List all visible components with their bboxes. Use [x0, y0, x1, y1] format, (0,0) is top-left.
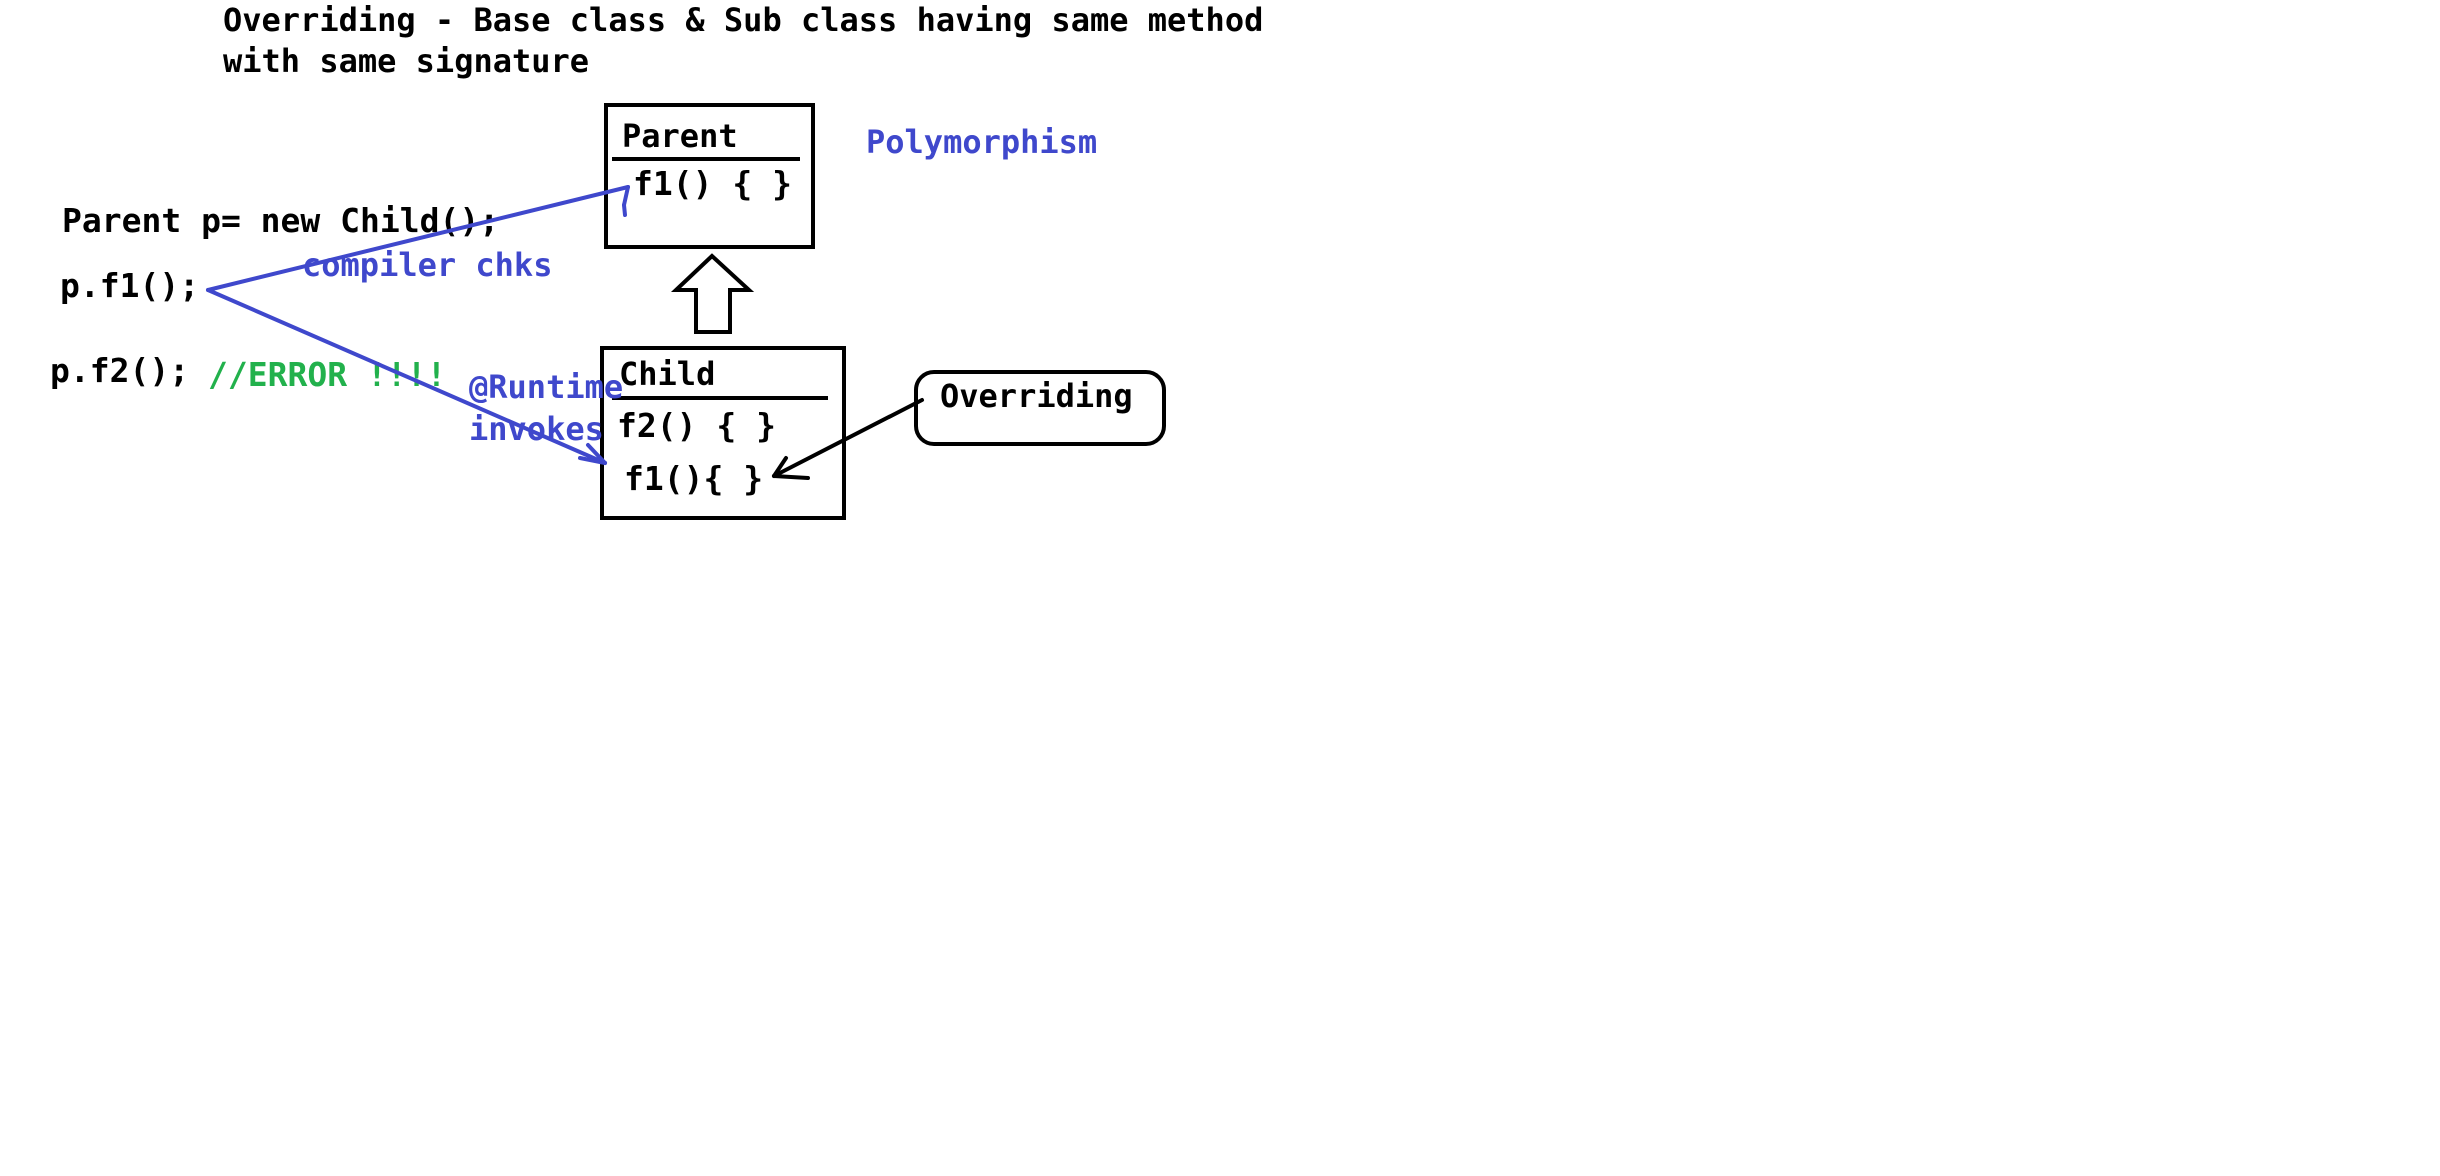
child-class-box: Child f2() { } f1(){ }: [600, 346, 846, 520]
overriding-pointer-arrow: [772, 398, 924, 480]
inheritance-arrow: [670, 253, 755, 334]
child-class-name: Child: [619, 355, 715, 393]
child-method-f1: f1(){ }: [624, 459, 763, 498]
overriding-label: Overriding: [940, 377, 1133, 415]
child-method-f2: f2() { }: [617, 406, 776, 445]
title-line-2: with same signature: [223, 42, 589, 80]
code-call-f2: p.f2();: [50, 351, 189, 390]
runtime-label-line-2: invokes: [469, 410, 604, 448]
parent-method-f1: f1() { }: [633, 164, 792, 203]
compiler-check-label: compiler chks: [302, 246, 552, 284]
title-line-1: Overriding - Base class & Sub class havi…: [223, 1, 1263, 39]
error-comment: //ERROR !!!!: [208, 355, 446, 394]
polymorphism-label: Polymorphism: [866, 123, 1097, 161]
runtime-label-line-1: @Runtime: [469, 368, 623, 406]
whiteboard-canvas: Overriding - Base class & Sub class havi…: [0, 0, 2440, 1176]
overriding-callout: Overriding: [914, 370, 1166, 446]
diagram-svg: Overriding - Base class & Sub class havi…: [50, 1, 1263, 520]
code-call-f1: p.f1();: [60, 266, 199, 305]
parent-class-box: Parent f1() { }: [604, 103, 815, 249]
parent-class-name: Parent: [622, 117, 738, 155]
